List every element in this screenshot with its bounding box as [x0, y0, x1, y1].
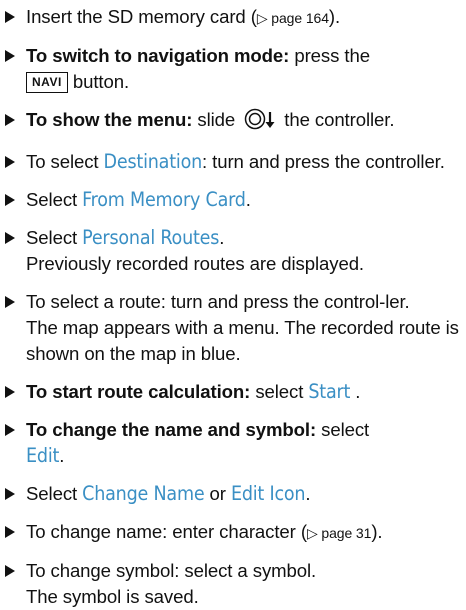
- menu-item-personal-routes: Personal Routes: [82, 226, 220, 249]
- menu-item-edit: Edit: [26, 444, 60, 467]
- bullet-triangle-icon: [5, 526, 15, 538]
- bullet-triangle-icon: [5, 11, 15, 23]
- step-change-name-symbol: To change the name and symbol: select Ed…: [5, 417, 460, 469]
- bullet-triangle-icon: [5, 50, 15, 62]
- menu-item-change-name: Change Name: [82, 482, 205, 505]
- step-select-change-name-or-edit-icon: Select Change Name or Edit Icon.: [5, 481, 460, 507]
- step-select-destination: To select Destination: turn and press th…: [5, 149, 460, 175]
- step-show-menu: To show the menu: slide the controller.: [5, 107, 460, 137]
- bullet-triangle-icon: [5, 296, 15, 308]
- bullet-triangle-icon: [5, 488, 15, 500]
- step-select-route: To select a route: turn and press the co…: [5, 289, 460, 367]
- step-lead: To switch to navigation mode:: [26, 45, 290, 66]
- page-reference[interactable]: ▷ page 164: [257, 10, 329, 26]
- step-change-name: To change name: enter character (▷ page …: [5, 519, 460, 546]
- bullet-triangle-icon: [5, 386, 15, 398]
- bullet-triangle-icon: [5, 565, 15, 577]
- step-insert-card: Insert the SD memory card (▷ page 164).: [5, 4, 460, 31]
- step-note: The map appears with a menu. The recorde…: [26, 317, 459, 364]
- instruction-list: Insert the SD memory card (▷ page 164). …: [0, 0, 466, 610]
- navi-button-label: NAVI: [26, 72, 68, 93]
- step-lead: To start route calculation:: [26, 381, 251, 402]
- step-change-symbol: To change symbol: select a symbol. The sy…: [5, 558, 460, 610]
- step-select-personal-routes: Select Personal Routes. Previously record…: [5, 225, 460, 277]
- step-note: Previously recorded routes are displayed…: [26, 253, 364, 274]
- bullet-triangle-icon: [5, 232, 15, 244]
- bullet-triangle-icon: [5, 114, 15, 126]
- page-reference[interactable]: ▷ page 31: [307, 525, 371, 541]
- menu-item-edit-icon: Edit Icon: [230, 482, 306, 505]
- step-lead: To show the menu:: [26, 109, 193, 130]
- menu-item-from-memory-card: From Memory Card: [82, 188, 246, 211]
- step-start-route-calculation: To start route calculation: select Start…: [5, 379, 460, 405]
- menu-item-start: Start: [308, 380, 351, 403]
- step-select-from-memory-card: Select From Memory Card.: [5, 187, 460, 213]
- menu-item-destination: Destination: [103, 150, 203, 173]
- step-lead: To change the name and symbol:: [26, 419, 317, 440]
- step-note: The symbol is saved.: [26, 586, 199, 607]
- step-navigation-mode: To switch to navigation mode: press the …: [5, 43, 460, 95]
- controller-slide-down-icon: [243, 108, 277, 137]
- bullet-triangle-icon: [5, 424, 15, 436]
- bullet-triangle-icon: [5, 156, 15, 168]
- bullet-triangle-icon: [5, 194, 15, 206]
